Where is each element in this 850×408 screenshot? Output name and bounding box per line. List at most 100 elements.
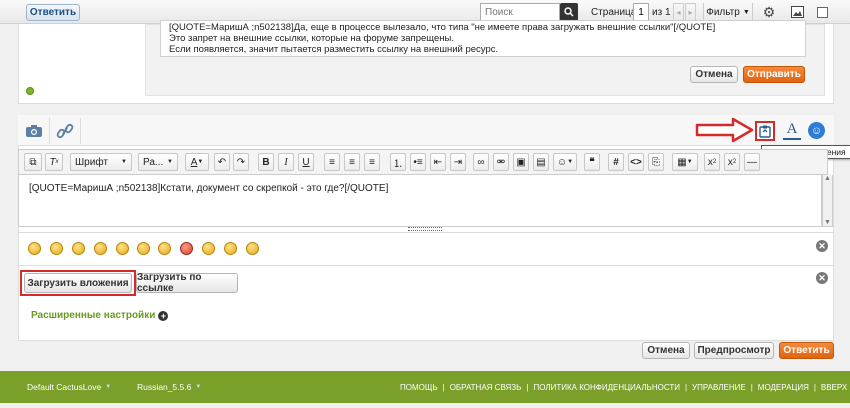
plus-circle-icon: + — [158, 310, 169, 321]
chevron-down-icon: ▼ — [167, 159, 173, 165]
chevron-down-icon: ▼ — [742, 8, 750, 16]
table-select[interactable]: ▦ ▼ — [672, 153, 698, 171]
cool-smile-icon[interactable] — [224, 242, 237, 255]
footer-link-privacy[interactable]: ПОЛИТИКА КОНФИДЕНЦИАЛЬНОСТИ — [533, 383, 680, 392]
footer-link-help[interactable]: ПОМОЩЬ — [400, 383, 438, 392]
php-icon[interactable]: ⎘ — [648, 153, 664, 171]
language-label: Russian_5.5.6 — [137, 382, 192, 392]
italic-icon[interactable]: I — [278, 153, 294, 171]
smile-icon[interactable] — [28, 242, 41, 255]
editor-scrollbar[interactable]: ▲ ▼ — [822, 175, 833, 227]
smile-icon[interactable] — [137, 242, 150, 255]
unlink-icon[interactable]: ⚮ — [493, 153, 509, 171]
upload-attachment-button[interactable] — [755, 121, 775, 141]
page-label: Страница — [591, 7, 637, 18]
next-page-icon[interactable]: ▸ — [685, 3, 696, 21]
source-mode-icon[interactable]: ⧉ — [24, 153, 42, 171]
remove-format-icon[interactable]: Tx — [45, 153, 63, 171]
text-color-select[interactable]: A ▼ — [185, 153, 209, 171]
cancel-button-bottom[interactable]: Отмена — [642, 342, 690, 359]
quoted-textarea[interactable]: [QUOTE=МаришА ;n502138]Да, еще в процесс… — [160, 20, 806, 57]
divider — [18, 232, 834, 233]
hashtag-icon[interactable]: # — [608, 153, 624, 171]
send-button[interactable]: Отправить — [743, 66, 805, 83]
scroll-down-icon[interactable]: ▼ — [823, 219, 832, 226]
link-icon[interactable] — [54, 121, 76, 141]
smile-icon[interactable] — [116, 242, 129, 255]
page-number-input[interactable] — [633, 3, 649, 21]
footer-link-admin[interactable]: УПРАВЛЕНИЕ — [692, 383, 746, 392]
smile-icon[interactable] — [246, 242, 259, 255]
redo-icon[interactable]: ↷ — [233, 153, 249, 171]
smile-icon[interactable] — [158, 242, 171, 255]
align-left-icon[interactable]: ≡ — [324, 153, 340, 171]
font-family-select[interactable]: Шрифт ▼ — [70, 153, 132, 171]
code-icon[interactable]: <> — [628, 153, 644, 171]
smiley-icon[interactable]: ☺ — [808, 122, 825, 139]
divider — [49, 118, 50, 144]
resize-handle[interactable] — [408, 227, 442, 231]
scroll-up-icon[interactable]: ▲ — [823, 175, 832, 182]
align-right-icon[interactable]: ≡ — [364, 153, 380, 171]
chevron-down-icon: ▼ — [195, 384, 202, 390]
footer-link-top[interactable]: ВВЕРХ — [821, 383, 847, 392]
style-selector[interactable]: Default CactusLove ▼ — [27, 382, 111, 392]
insert-link-icon[interactable]: ∞ — [473, 153, 489, 171]
align-center-icon[interactable]: ≡ — [344, 153, 360, 171]
cancel-button-top[interactable]: Отмена — [690, 66, 738, 83]
bold-icon[interactable]: B — [258, 153, 274, 171]
close-smilies-icon[interactable]: ✕ — [816, 240, 828, 252]
smile-icon[interactable] — [72, 242, 85, 255]
smile-icon[interactable] — [202, 242, 215, 255]
numbered-list-icon[interactable]: ⒈ — [390, 153, 406, 171]
search-icon[interactable] — [560, 3, 578, 21]
close-attachments-icon[interactable]: ✕ — [816, 272, 828, 284]
chevron-down-icon: ▼ — [105, 384, 112, 390]
camera-icon[interactable] — [22, 121, 46, 141]
online-status-dot — [26, 87, 34, 95]
horizontal-rule-icon[interactable]: — — [744, 153, 760, 171]
editor-content: [QUOTE=МаришА ;n502138]Кстати, документ … — [29, 183, 389, 194]
advanced-settings-label: Расширенные настройки — [31, 310, 156, 321]
size-label: Ра... — [143, 156, 164, 168]
quote-icon[interactable]: ❝ — [584, 153, 600, 171]
reply-button-bottom[interactable]: Ответить — [779, 342, 834, 359]
bullet-list-icon[interactable]: •≡ — [410, 153, 426, 171]
divider — [80, 118, 81, 144]
smile-icon[interactable] — [50, 242, 63, 255]
footer-link-feedback[interactable]: ОБРАТНАЯ СВЯЗЬ — [450, 383, 522, 392]
footer-link-moderation[interactable]: МОДЕРАЦИЯ — [758, 383, 809, 392]
gear-icon[interactable]: ⚙ — [760, 3, 778, 21]
image-icon[interactable] — [788, 3, 806, 21]
superscript-icon[interactable]: x2 — [724, 153, 740, 171]
font-size-select[interactable]: Ра... ▼ — [138, 153, 178, 171]
angry-smile-icon[interactable] — [180, 242, 193, 255]
editor-textarea[interactable]: [QUOTE=МаришА ;n502138]Кстати, документ … — [18, 175, 822, 227]
preview-button[interactable]: Предпросмотр — [694, 342, 774, 359]
upload-attachments-button[interactable]: Загрузить вложения — [24, 273, 132, 293]
filter-dropdown[interactable]: Фильтр ▼ — [703, 3, 753, 21]
undo-icon[interactable]: ↶ — [214, 153, 230, 171]
select-checkbox[interactable] — [817, 7, 828, 18]
subscript-icon[interactable]: x2 — [704, 153, 720, 171]
language-selector[interactable]: Russian_5.5.6 ▼ — [137, 382, 201, 392]
footer-separator: | — [750, 383, 753, 392]
underline-icon[interactable]: U — [298, 153, 314, 171]
advanced-settings-link[interactable]: Расширенные настройки + — [31, 310, 169, 321]
indent-icon[interactable]: ⇥ — [450, 153, 466, 171]
quoted-line-2: Это запрет на внешние ссылки, которые на… — [169, 33, 454, 44]
footer-separator: | — [684, 383, 688, 392]
quoted-line-1: [QUOTE=МаришА ;n502138]Да, еще в процесс… — [169, 22, 716, 33]
insert-image-icon[interactable]: ▣ — [513, 153, 529, 171]
style-label: Default CactusLove — [27, 382, 102, 392]
text-color-icon[interactable]: A — [783, 121, 801, 140]
emoji-select[interactable]: ☺ ▼ — [553, 153, 577, 171]
prev-page-icon[interactable]: ◂ — [673, 3, 684, 21]
smile-icon[interactable] — [94, 242, 107, 255]
outdent-icon[interactable]: ⇤ — [430, 153, 446, 171]
insert-video-icon[interactable]: ▤ — [533, 153, 549, 171]
search-input[interactable] — [480, 3, 560, 21]
upload-by-link-button[interactable]: Загрузить по ссылке — [136, 272, 238, 294]
reply-button-top[interactable]: Ответить — [26, 4, 80, 21]
attachment-icon — [759, 125, 771, 138]
